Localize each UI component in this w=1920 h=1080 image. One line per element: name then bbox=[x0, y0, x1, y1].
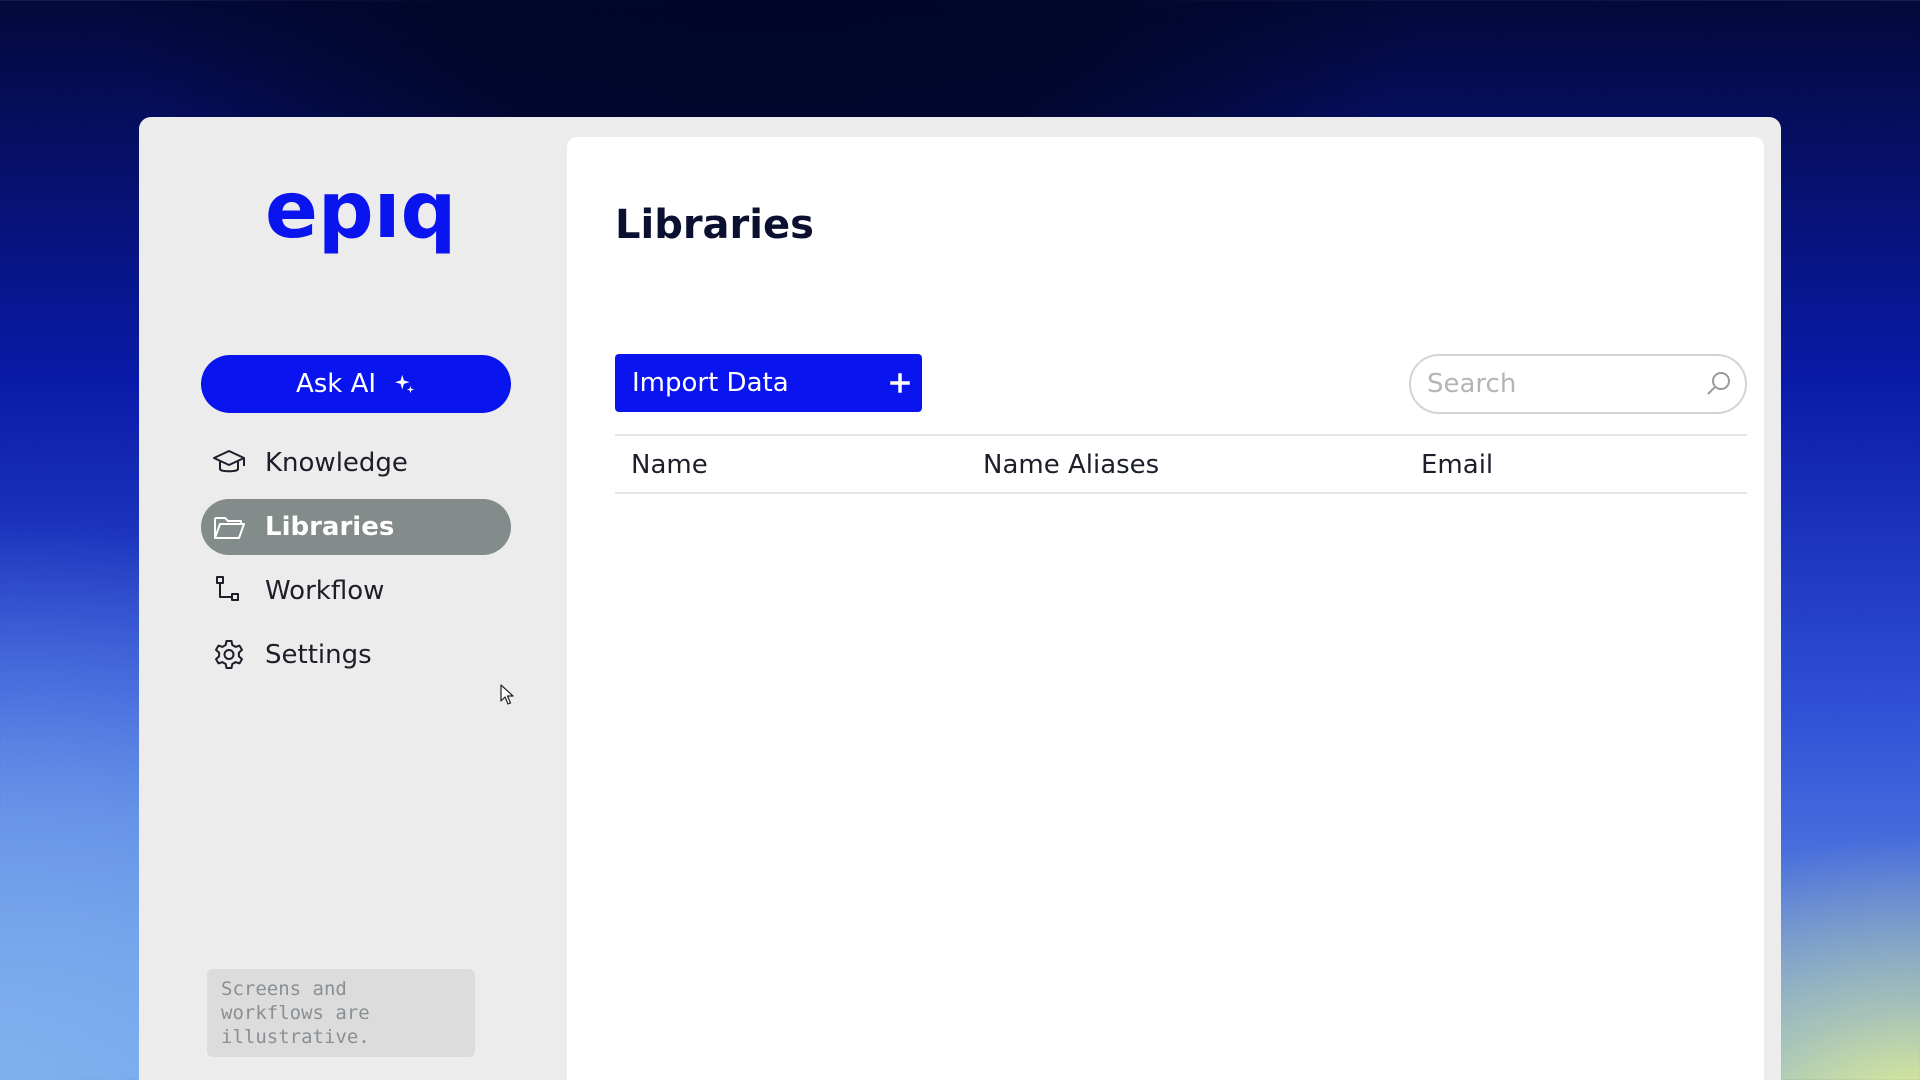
app-window: epiq Ask AI Knowledge Libraries Workflow… bbox=[139, 117, 1781, 1080]
column-header-name-aliases[interactable]: Name Aliases bbox=[983, 450, 1159, 480]
page-title: Libraries bbox=[615, 202, 814, 248]
svg-text:epiq: epiq bbox=[265, 189, 455, 256]
sidebar-item-knowledge[interactable]: Knowledge bbox=[201, 435, 511, 491]
sidebar: epiq Ask AI Knowledge Libraries Workflow… bbox=[139, 117, 567, 1080]
ask-ai-button[interactable]: Ask AI bbox=[201, 355, 511, 413]
sparkle-icon bbox=[394, 374, 415, 394]
import-data-button[interactable]: Import Data bbox=[615, 354, 922, 412]
folder-icon bbox=[211, 509, 247, 545]
main-panel: Libraries Import Data Name Name Aliases … bbox=[567, 137, 1764, 1080]
sidebar-nav: Knowledge Libraries Workflow Settings bbox=[201, 435, 511, 691]
sidebar-item-libraries[interactable]: Libraries bbox=[201, 499, 511, 555]
import-data-label: Import Data bbox=[632, 368, 789, 398]
sidebar-item-settings[interactable]: Settings bbox=[201, 627, 511, 683]
sidebar-item-label: Libraries bbox=[265, 512, 395, 542]
mouse-cursor-icon bbox=[500, 684, 514, 705]
workflow-icon bbox=[211, 573, 247, 609]
plus-icon bbox=[890, 373, 910, 393]
graduation-cap-icon bbox=[211, 445, 247, 481]
sidebar-item-label: Workflow bbox=[265, 576, 385, 606]
epiq-logo: epiq bbox=[265, 189, 455, 256]
sidebar-item-label: Settings bbox=[265, 640, 372, 670]
ask-ai-label: Ask AI bbox=[295, 369, 377, 399]
disclaimer-note: Screens and workflows are illustrative. bbox=[207, 969, 475, 1057]
search-box[interactable] bbox=[1409, 354, 1747, 414]
sidebar-item-label: Knowledge bbox=[265, 448, 408, 478]
column-header-email[interactable]: Email bbox=[1421, 450, 1493, 480]
table-header: Name Name Aliases Email bbox=[615, 434, 1747, 494]
column-header-name[interactable]: Name bbox=[631, 450, 708, 480]
gear-icon bbox=[211, 637, 247, 673]
sidebar-item-workflow[interactable]: Workflow bbox=[201, 563, 511, 619]
search-icon[interactable] bbox=[1705, 370, 1733, 398]
search-input[interactable] bbox=[1425, 368, 1705, 400]
